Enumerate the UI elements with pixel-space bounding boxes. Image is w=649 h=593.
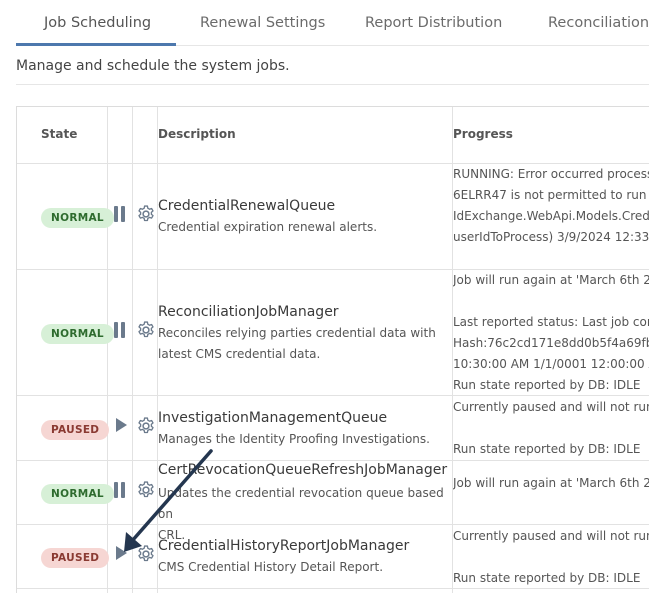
page-description: Manage and schedule the system jobs. bbox=[16, 58, 290, 74]
status-badge: NORMAL bbox=[41, 208, 114, 228]
pause-icon[interactable] bbox=[113, 206, 127, 222]
tab-job-scheduling[interactable]: Job Scheduling bbox=[44, 0, 151, 46]
column-divider bbox=[107, 107, 108, 593]
column-header-description[interactable]: Description bbox=[158, 127, 236, 141]
job-description: CMS Credential History Detail Report. bbox=[158, 560, 384, 574]
job-progress: Job will run again at 'March 6th 20 Last… bbox=[453, 273, 649, 392]
job-name: CredentialRenewalQueue bbox=[158, 198, 336, 214]
status-badge: NORMAL bbox=[41, 484, 114, 504]
gear-icon[interactable] bbox=[136, 416, 156, 436]
status-badge: PAUSED bbox=[41, 548, 110, 568]
divider bbox=[16, 84, 649, 85]
gear-icon[interactable] bbox=[136, 204, 156, 224]
job-name: CredentialHistoryReportJobManager bbox=[158, 538, 410, 554]
active-tab-indicator bbox=[16, 43, 176, 46]
job-name: InvestigationManagementQueue bbox=[158, 410, 388, 426]
row-divider bbox=[17, 460, 649, 461]
column-header-progress[interactable]: Progress bbox=[453, 127, 513, 141]
job-name: ReconciliationJobManager bbox=[158, 304, 339, 320]
job-description: Reconciles relying parties credential da… bbox=[158, 326, 436, 361]
column-divider bbox=[132, 107, 133, 593]
gear-icon[interactable] bbox=[136, 320, 156, 340]
status-badge: PAUSED bbox=[41, 420, 110, 440]
tab-reconciliation[interactable]: Reconciliation bbox=[548, 0, 649, 46]
job-name: CertRevocationQueueRefreshJobManager bbox=[158, 462, 448, 478]
gear-icon[interactable] bbox=[136, 544, 156, 564]
job-progress: RUNNING: Error occurred processi 6ELRR47… bbox=[453, 167, 649, 244]
jobs-table: State Description Progress NORMAL Creden… bbox=[16, 106, 649, 593]
play-icon[interactable] bbox=[116, 546, 127, 560]
job-progress: Job will run again at 'March 6th 20 bbox=[453, 476, 649, 490]
pause-icon[interactable] bbox=[113, 482, 127, 498]
column-header-state[interactable]: State bbox=[41, 127, 77, 141]
job-description: Manages the Identity Proofing Investigat… bbox=[158, 432, 430, 446]
job-progress: Currently paused and will not run Run st… bbox=[453, 400, 649, 456]
status-badge: NORMAL bbox=[41, 324, 114, 344]
tab-report-distribution[interactable]: Report Distribution bbox=[365, 0, 502, 46]
job-description: Credential expiration renewal alerts. bbox=[158, 220, 378, 234]
tab-bar: Job Scheduling Renewal Settings Report D… bbox=[16, 0, 649, 46]
gear-icon[interactable] bbox=[136, 480, 156, 500]
job-progress: Currently paused and will not run Run st… bbox=[453, 529, 649, 585]
tab-renewal-settings[interactable]: Renewal Settings bbox=[200, 0, 325, 46]
job-description: Updates the credential revocation queue … bbox=[158, 486, 444, 542]
play-icon[interactable] bbox=[116, 418, 127, 432]
pause-icon[interactable] bbox=[113, 322, 127, 338]
